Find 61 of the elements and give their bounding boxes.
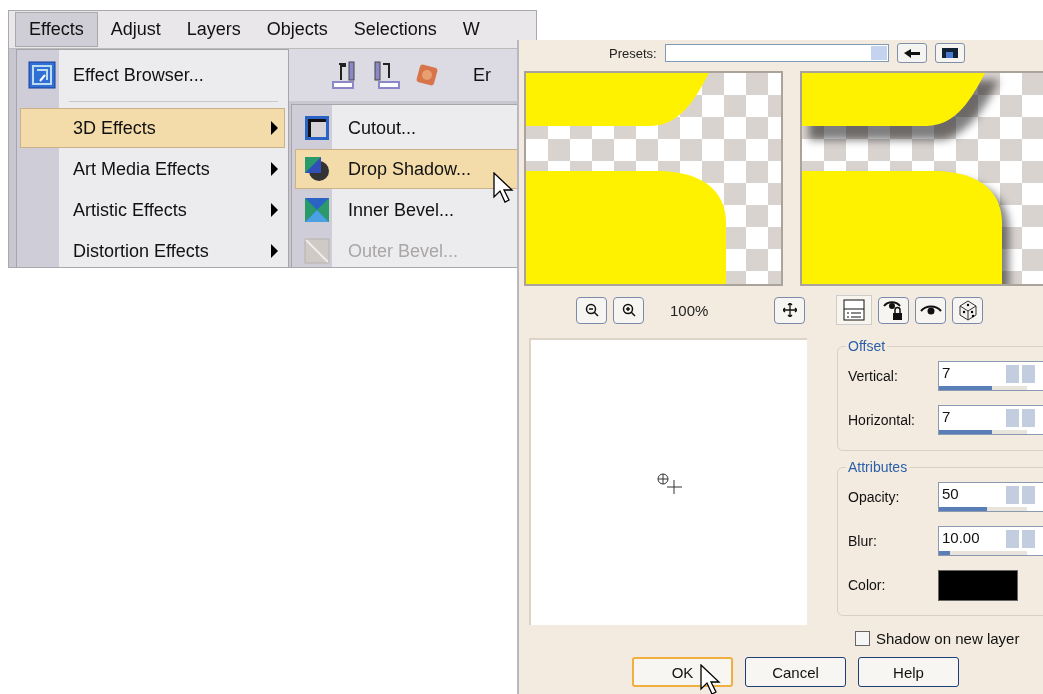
field-label: Horizontal: (848, 412, 916, 428)
effect-browser-icon (28, 61, 56, 89)
field-label: Vertical: (848, 368, 899, 384)
layout-icon (843, 299, 866, 321)
group-title: Offset (847, 338, 887, 354)
mouse-pointer-icon (493, 172, 515, 204)
submenu-arrow-icon (271, 203, 278, 217)
proof-eye-button[interactable] (915, 296, 947, 324)
checkbox[interactable] (855, 631, 870, 646)
drop-shadow-icon (304, 156, 330, 182)
menu-item[interactable]: Adjust (97, 13, 174, 46)
shadow-checkbox[interactable]: Shadow on new layer (855, 630, 1043, 647)
cutout-icon (304, 115, 330, 141)
dialog-button[interactable]: Cancel (745, 657, 846, 687)
randomize-button[interactable] (952, 296, 984, 324)
zoom-in-button[interactable] (613, 296, 644, 324)
dice-icon (956, 299, 979, 321)
field-label: Opacity: (848, 489, 901, 505)
zoom-out-icon (584, 303, 599, 317)
align-right-icon[interactable] (371, 60, 401, 90)
group-title: Attributes (847, 459, 909, 475)
outer-bevel-icon (304, 238, 330, 264)
pan-button[interactable] (774, 296, 806, 324)
zoom-in-icon (621, 303, 636, 317)
reset-button[interactable] (896, 43, 927, 63)
eye-icon (919, 305, 942, 315)
layout-button[interactable] (836, 295, 873, 325)
save-button[interactable] (934, 43, 965, 63)
color-swatch[interactable] (938, 569, 1018, 601)
proof-lock-button[interactable] (878, 296, 910, 324)
zoom-level: 100% (670, 301, 709, 319)
presets-dropdown[interactable] (664, 44, 889, 62)
menu-item[interactable]: Distortion Effects (20, 231, 285, 267)
submenu-arrow-icon (271, 162, 278, 176)
menu-item[interactable]: Cutout... (295, 108, 527, 148)
arrow-icon (902, 48, 921, 58)
field-label: Color: (848, 577, 887, 593)
eye-lock-icon (882, 299, 905, 321)
menu-item[interactable]: Effects (15, 12, 98, 47)
submenu-arrow-icon (271, 244, 278, 258)
menu-item[interactable]: Effect Browser... (20, 55, 285, 95)
menu-item[interactable]: Objects (253, 13, 341, 46)
menu-item[interactable]: 3D Effects (20, 108, 285, 148)
menu-item[interactable]: Artistic Effects (20, 190, 285, 230)
toolbar-label: Er (473, 64, 491, 86)
dialog-button[interactable]: Help (858, 657, 959, 687)
menu-item[interactable]: Selections (340, 13, 450, 46)
dialog-button[interactable]: OK (632, 657, 733, 687)
move-icon (782, 303, 797, 317)
save-icon (940, 48, 959, 58)
zoom-out-button[interactable] (576, 296, 607, 324)
menu-item[interactable]: Layers (173, 13, 254, 46)
mouse-pointer-icon (700, 664, 722, 694)
menu-item[interactable]: Inner Bevel... (295, 190, 527, 230)
menu-item[interactable]: W (449, 13, 493, 46)
field-label: Blur: (848, 533, 878, 549)
presets-label: Presets: (609, 45, 657, 61)
crosshair-icon[interactable] (656, 471, 682, 494)
menu-item[interactable]: Art Media Effects (20, 149, 285, 189)
submenu-arrow-icon (271, 121, 278, 135)
inner-bevel-icon (304, 197, 330, 223)
